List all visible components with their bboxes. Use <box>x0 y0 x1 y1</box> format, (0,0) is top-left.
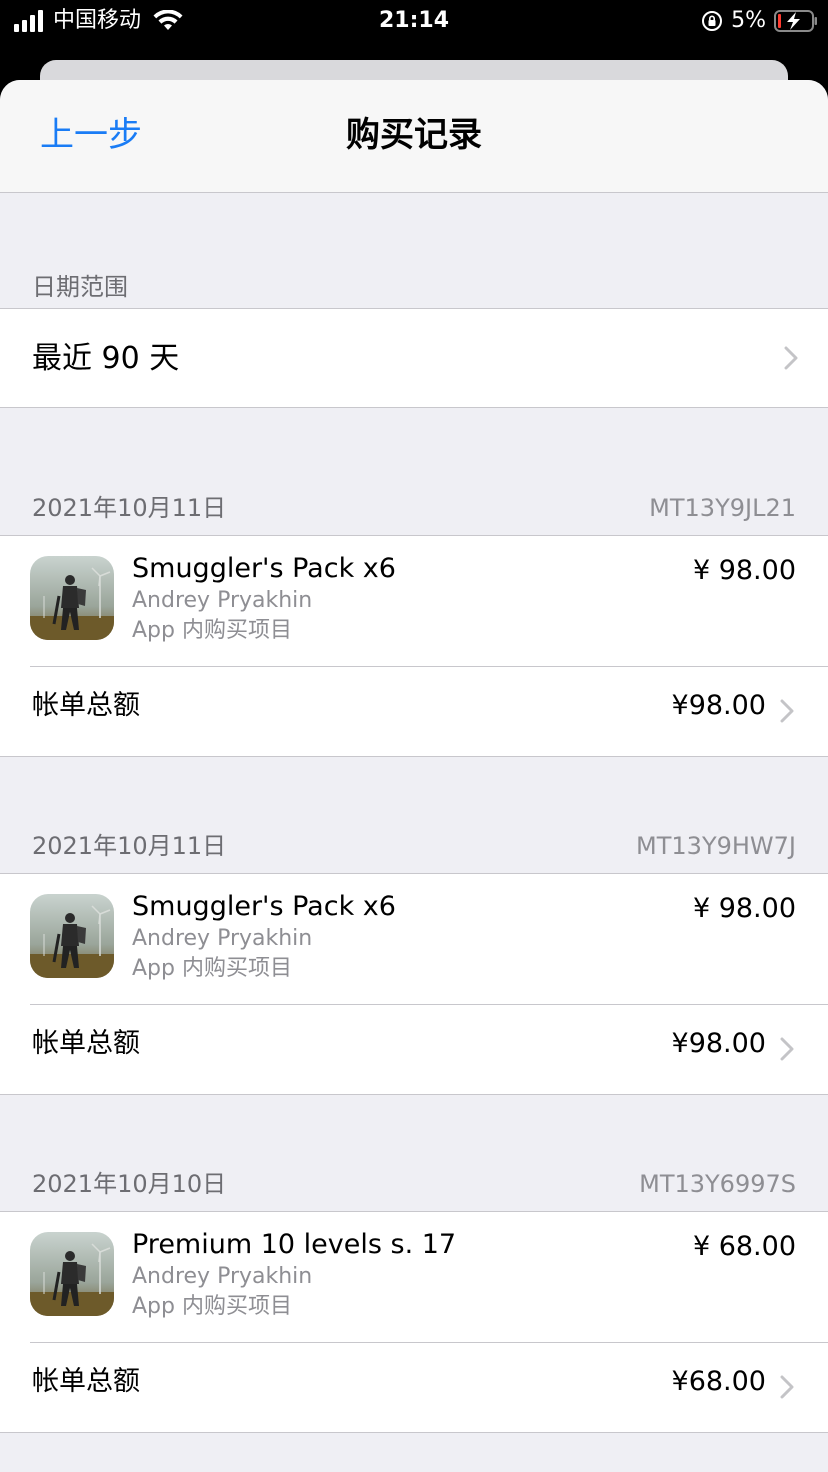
item-name: Smuggler's Pack x6 <box>132 553 396 584</box>
status-bar: 中国移动 21:14 5% <box>0 0 828 42</box>
chevron-right-icon <box>780 1037 794 1061</box>
bill-total-label: 帐单总额 <box>32 1366 140 1397</box>
item-name: Smuggler's Pack x6 <box>132 891 396 922</box>
bill-total-value: ¥98.00 <box>671 690 766 721</box>
item-type: App 内购买项目 <box>132 1294 292 1319</box>
purchase-card: Premium 10 levels s. 17 Andrey Pryakhin … <box>0 1211 828 1433</box>
developer-name: Andrey Pryakhin <box>132 926 313 951</box>
date-range-value: 最近 90 天 <box>32 341 180 376</box>
app-icon[interactable] <box>30 1232 114 1316</box>
item-type: App 内购买项目 <box>132 956 292 981</box>
date-range-header: 日期范围 <box>32 273 128 301</box>
purchase-date: 2021年10月11日 <box>32 494 227 522</box>
item-price: ¥ 68.00 <box>692 1231 796 1262</box>
purchase-card: Smuggler's Pack x6 Andrey Pryakhin App 内… <box>0 535 828 757</box>
purchase-history-sheet: 上一步 购买记录 日期范围 最近 90 天 2021年10月11日 MT13Y9… <box>0 80 828 1472</box>
developer-name: Andrey Pryakhin <box>132 588 313 613</box>
bill-total-row[interactable]: 帐单总额 ¥68.00 <box>0 1343 828 1432</box>
bill-total-row[interactable]: 帐单总额 ¥98.00 <box>0 667 828 756</box>
bill-total-value: ¥98.00 <box>671 1028 766 1059</box>
chevron-right-icon <box>780 1375 794 1399</box>
order-id: MT13Y9JL21 <box>649 494 796 522</box>
status-bar-right: 5% <box>701 6 818 36</box>
battery-percent: 5% <box>731 8 766 33</box>
bill-total-value: ¥68.00 <box>671 1366 766 1397</box>
purchase-card: Smuggler's Pack x6 Andrey Pryakhin App 内… <box>0 873 828 1095</box>
bill-total-label: 帐单总额 <box>32 690 140 721</box>
order-id: MT13Y6997S <box>639 1170 796 1198</box>
item-type: App 内购买项目 <box>132 618 292 643</box>
chevron-right-icon <box>780 699 794 723</box>
item-name: Premium 10 levels s. 17 <box>132 1229 457 1260</box>
chevron-right-icon <box>784 346 798 370</box>
purchase-date: 2021年10月11日 <box>32 832 227 860</box>
rotation-lock-icon <box>702 11 723 31</box>
date-range-row[interactable]: 最近 90 天 <box>0 308 828 408</box>
navigation-bar: 上一步 购买记录 <box>0 80 828 193</box>
page-title: 购买记录 <box>346 115 482 155</box>
item-price: ¥ 98.00 <box>692 555 796 586</box>
app-icon[interactable] <box>30 894 114 978</box>
bill-total-label: 帐单总额 <box>32 1028 140 1059</box>
purchase-date: 2021年10月10日 <box>32 1170 227 1198</box>
developer-name: Andrey Pryakhin <box>132 1264 313 1289</box>
order-id: MT13Y9HW7J <box>636 832 796 860</box>
battery-charging-icon <box>774 10 817 32</box>
item-price: ¥ 98.00 <box>692 893 796 924</box>
bill-total-row[interactable]: 帐单总额 ¥98.00 <box>0 1005 828 1094</box>
app-icon[interactable] <box>30 556 114 640</box>
